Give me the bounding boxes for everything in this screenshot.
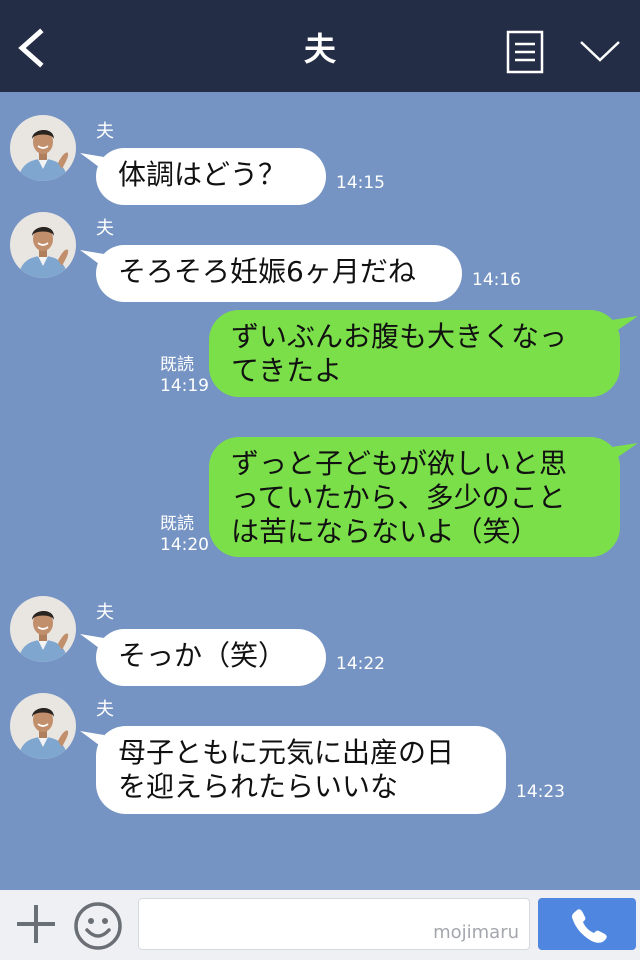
message-time: 14:22: [336, 654, 385, 674]
chevron-down-icon: [580, 41, 620, 62]
message-bubble[interactable]: 母子ともに元気に出産の日 を迎えられたらいいな: [96, 726, 506, 814]
chat-area: 夫 体調はどう？ 14:15 夫 そろそろ妊娠6ヶ月だね 14:16 既読 14…: [0, 92, 640, 890]
phone-icon: [572, 909, 607, 943]
avatar[interactable]: [10, 596, 76, 662]
message-bubble[interactable]: そろそろ妊娠6ヶ月だね: [96, 245, 462, 302]
note-icon: [506, 30, 544, 74]
plus-icon: [17, 905, 55, 943]
message-bubble[interactable]: ずいぶんお腹も大きくなっ てきたよ: [209, 310, 620, 397]
more-menu-button[interactable]: [578, 36, 622, 66]
message-bubble[interactable]: そっか（笑）: [96, 629, 326, 686]
note-button[interactable]: [506, 30, 544, 74]
sender-name: 夫: [96, 121, 114, 142]
message-time: 14:20: [160, 535, 209, 555]
avatar[interactable]: [10, 212, 76, 278]
message-bubble[interactable]: 体調はどう？: [96, 148, 326, 205]
avatar[interactable]: [10, 115, 76, 181]
call-button[interactable]: [538, 898, 636, 950]
message-input[interactable]: mojimaru: [138, 898, 530, 950]
chevron-left-icon: [18, 28, 44, 68]
watermark-text: mojimaru: [433, 922, 519, 943]
message-time: 14:15: [336, 173, 385, 193]
sender-name: 夫: [96, 602, 114, 623]
person-icon: [10, 596, 76, 662]
person-icon: [10, 115, 76, 181]
chat-header: [0, 0, 640, 92]
bubble-tail: [612, 443, 638, 461]
read-receipt: 既読: [160, 514, 194, 534]
message-time: 14:23: [516, 782, 565, 802]
sender-name: 夫: [96, 218, 114, 239]
sender-name: 夫: [96, 699, 114, 720]
back-button[interactable]: [12, 26, 52, 70]
person-icon: [10, 212, 76, 278]
bubble-tail: [612, 316, 638, 334]
emoji-button[interactable]: [72, 900, 124, 952]
message-time: 14:16: [472, 270, 521, 290]
message-time: 14:19: [160, 376, 209, 396]
person-icon: [10, 693, 76, 759]
smile-icon: [74, 902, 122, 950]
message-bubble[interactable]: ずっと子どもが欲しいと思 っていたから、多少のこと は苦にならないよ（笑）: [209, 437, 620, 557]
avatar[interactable]: [10, 693, 76, 759]
read-receipt: 既読: [160, 355, 194, 375]
add-button[interactable]: [14, 902, 58, 946]
